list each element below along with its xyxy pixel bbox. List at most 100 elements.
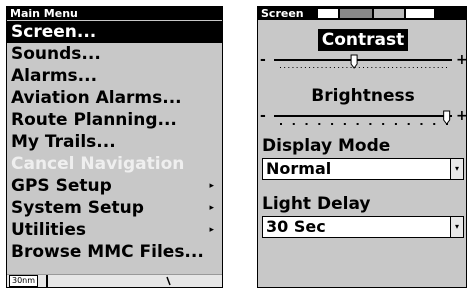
menu-item-utilities[interactable]: Utilities ▸ <box>7 219 222 241</box>
slider-tick <box>284 67 286 68</box>
menu-item-label: Sounds... <box>11 44 101 64</box>
brightness-plus-icon: + <box>456 108 467 124</box>
slider-tick <box>375 67 377 68</box>
menu-item-aviation-alarms[interactable]: Aviation Alarms... <box>7 87 222 109</box>
map-background-strip: 30nm <box>7 274 222 287</box>
menu-item-label: System Setup <box>11 198 144 218</box>
slider-tick <box>333 67 335 68</box>
brightness-minus-icon: - <box>260 108 266 124</box>
menu-item-label: Route Planning... <box>11 110 177 130</box>
slider-tick <box>433 123 436 125</box>
slider-tick <box>387 67 389 68</box>
slider-tick <box>350 67 352 68</box>
display-mode-dropdown[interactable]: Normal ▾ <box>262 158 464 180</box>
slider-tick <box>321 67 323 68</box>
contrast-label: Contrast <box>318 29 408 51</box>
slider-tick <box>421 67 423 68</box>
contrast-plus-icon: + <box>456 52 467 68</box>
slider-tick <box>446 67 447 68</box>
submenu-arrow-icon: ▸ <box>209 203 214 213</box>
title-indicator-segment <box>340 9 372 18</box>
menu-item-alarms[interactable]: Alarms... <box>7 65 222 87</box>
slider-tick <box>288 67 290 68</box>
display-mode-label: Display Mode <box>262 136 391 156</box>
menu-item-label: Alarms... <box>11 66 98 86</box>
slider-tick <box>392 67 394 68</box>
main-menu-title: Main Menu <box>7 7 222 20</box>
slider-tick <box>292 67 294 68</box>
slider-tick <box>394 123 397 125</box>
menu-item-label: Utilities <box>11 220 87 240</box>
slider-tick <box>309 67 311 68</box>
slider-tick <box>363 67 364 68</box>
slider-tick <box>331 123 334 125</box>
slider-thumb[interactable] <box>350 54 358 69</box>
slider-tick <box>343 123 346 125</box>
contrast-slider[interactable] <box>270 51 456 75</box>
slider-tick <box>369 123 372 125</box>
slider-tick <box>429 67 431 68</box>
slider-tick <box>358 67 360 68</box>
slider-tick <box>280 67 281 68</box>
title-indicator-segment <box>374 9 404 18</box>
menu-item-system-setup[interactable]: System Setup ▸ <box>7 197 222 219</box>
slider-tick <box>400 67 402 68</box>
main-menu-panel: Main Menu Screen... Sounds... Alarms... … <box>6 6 223 288</box>
menu-item-screen[interactable]: Screen... <box>7 21 222 43</box>
slider-tick <box>412 67 414 68</box>
map-lines-graphic <box>46 275 171 287</box>
slider-tick <box>280 123 282 125</box>
menu-item-label: Cancel Navigation <box>11 154 185 174</box>
brightness-label: Brightness <box>311 86 415 106</box>
menu-item-route-planning[interactable]: Route Planning... <box>7 109 222 131</box>
title-indicator-segment <box>406 9 434 18</box>
slider-tick <box>317 67 319 68</box>
light-delay-dropdown[interactable]: 30 Sec ▾ <box>262 216 464 238</box>
slider-tick <box>383 67 385 68</box>
menu-item-gps-setup[interactable]: GPS Setup ▸ <box>7 175 222 197</box>
menu-item-sounds[interactable]: Sounds... <box>7 43 222 65</box>
slider-tick <box>396 67 398 68</box>
contrast-minus-icon: - <box>260 52 266 68</box>
slider-tick <box>296 67 298 68</box>
slider-tick <box>346 67 348 68</box>
menu-item-label: My Trails... <box>11 132 116 152</box>
menu-item-my-trails[interactable]: My Trails... <box>7 131 222 153</box>
dropdown-arrow-icon: ▾ <box>450 217 463 237</box>
dropdown-arrow-icon: ▾ <box>450 159 463 179</box>
submenu-arrow-icon: ▸ <box>209 225 214 235</box>
slider-tick <box>292 123 295 125</box>
slider-tick <box>441 67 443 68</box>
slider-tick <box>433 67 435 68</box>
slider-tick <box>305 123 308 125</box>
menu-item-browse-mmc-files[interactable]: Browse MMC Files... <box>7 241 222 263</box>
slider-tick <box>300 67 302 68</box>
slider-tick <box>437 67 439 68</box>
slider-tick <box>416 67 418 68</box>
slider-tick <box>379 67 381 68</box>
slider-thumb[interactable] <box>443 110 451 125</box>
slider-tick <box>404 67 406 68</box>
light-delay-label: Light Delay <box>262 194 371 214</box>
screen-settings-panel: Screen Contrast - + Brightness - + Displ… <box>257 6 467 288</box>
display-mode-value: Normal <box>266 159 332 178</box>
menu-item-label: GPS Setup <box>11 176 112 196</box>
slider-tick <box>408 67 410 68</box>
slider-tick <box>420 123 423 125</box>
slider-tick <box>371 67 373 68</box>
slider-tick <box>382 123 385 125</box>
slider-tick <box>313 67 315 68</box>
slider-tick <box>329 67 331 68</box>
menu-item-label: Browse MMC Files... <box>11 242 204 262</box>
screen-dialog-title: Screen <box>261 7 304 20</box>
light-delay-value: 30 Sec <box>266 217 326 236</box>
menu-item-label: Aviation Alarms... <box>11 88 182 108</box>
brightness-slider[interactable] <box>270 107 456 131</box>
submenu-arrow-icon: ▸ <box>209 181 214 191</box>
title-indicator-segment <box>318 9 338 18</box>
slider-tick <box>338 67 340 68</box>
slider-tick <box>304 67 306 68</box>
slider-tick <box>325 67 327 68</box>
slider-tick <box>318 123 321 125</box>
slider-tick <box>367 67 369 68</box>
